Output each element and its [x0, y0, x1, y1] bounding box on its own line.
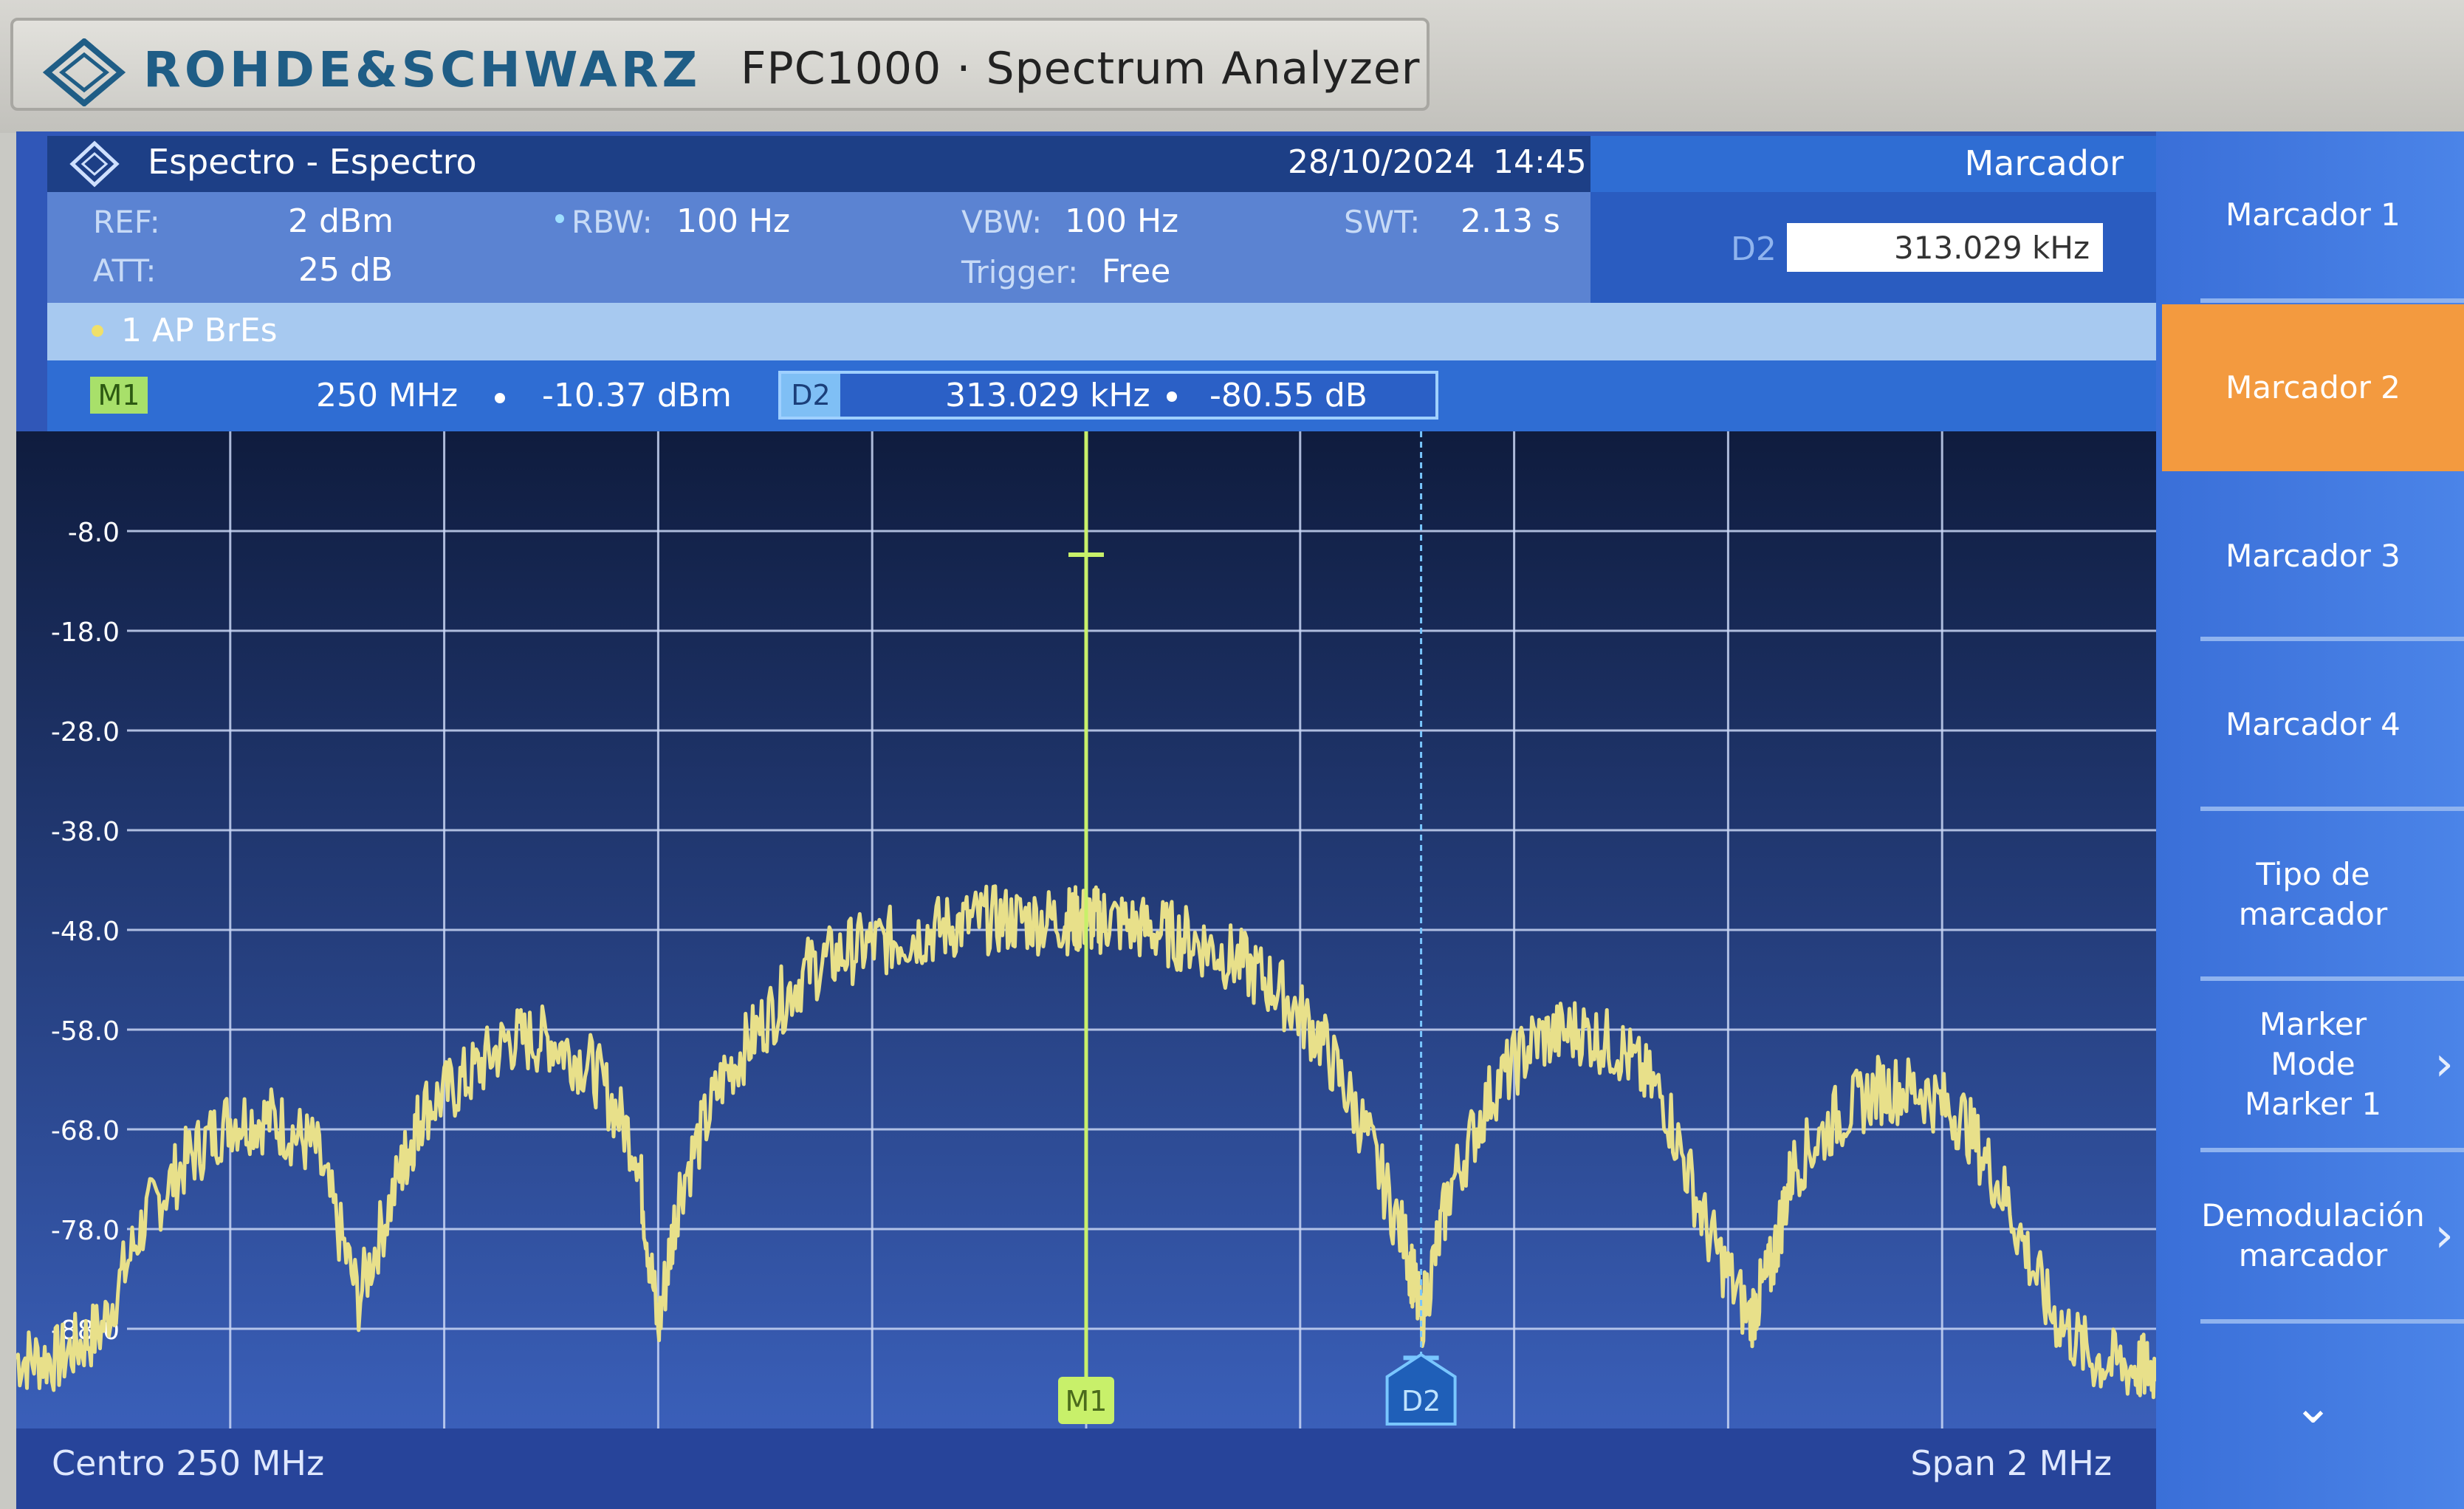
- rbw-indicator-dot: [555, 214, 564, 223]
- rohde-schwarz-small-logo-icon: [69, 140, 120, 188]
- y-tick-label: -68.0: [51, 1116, 120, 1146]
- m1-frequency: 250 MHz: [316, 377, 459, 414]
- plot-footer: Centro 250 MHz Span 2 MHz: [16, 1428, 2156, 1509]
- rbw-value[interactable]: 100 Hz: [676, 202, 790, 240]
- swt-value[interactable]: 2.13 s: [1461, 202, 1560, 240]
- softkey-label: Marcador 3: [2226, 538, 2400, 574]
- analyzer-screen: Espectro - Espectro 28/10/2024 14:45 REF…: [16, 131, 2464, 1509]
- m1-tag[interactable]: M1: [90, 377, 148, 414]
- brand-name: ROHDE&SCHWARZ: [143, 41, 701, 98]
- swt-label: SWT:: [1344, 204, 1421, 240]
- d2-frequency: 313.029 kHz: [945, 377, 1150, 414]
- brand-plate: ROHDE&SCHWARZ FPC1000 · Spectrum Analyze…: [10, 18, 1430, 111]
- vbw-value[interactable]: 100 Hz: [1065, 202, 1178, 240]
- softkey-label: Marker Mode Marker 1: [2244, 1006, 2382, 1122]
- m1-flag-label: M1: [1065, 1385, 1108, 1417]
- y-tick-label: -48.0: [51, 917, 120, 947]
- d2-field-label: D2: [1731, 230, 1777, 268]
- model-name: FPC1000 · Spectrum Analyzer: [741, 43, 1421, 95]
- marker-panel-title-text: Marcador: [1964, 143, 2124, 183]
- d2-level: -80.55 dB: [1209, 377, 1367, 414]
- softkey-divider: [2200, 298, 2464, 303]
- marker-panel-title: Marcador: [1590, 136, 2156, 192]
- softkey-more[interactable]: ⌄: [2162, 1324, 2464, 1491]
- trace-bullet-icon: [92, 325, 103, 337]
- y-tick-label: -28.0: [51, 717, 120, 747]
- spectrum-plot[interactable]: -8.0-18.0-28.0-38.0-48.0-58.0-68.0-78.0-…: [16, 431, 2156, 1428]
- softkey-marker-1[interactable]: Marcador 1: [2162, 131, 2464, 298]
- y-tick-label: -38.0: [51, 817, 120, 847]
- ref-label: REF:: [93, 204, 160, 240]
- mode-title[interactable]: Espectro - Espectro: [148, 142, 477, 182]
- softkey-marker-2[interactable]: Marcador 2: [2162, 304, 2464, 471]
- d2-frequency-input[interactable]: [1787, 223, 2103, 272]
- y-tick-label: -78.0: [51, 1216, 120, 1246]
- softkey-panel: Marcador 1 Marcador 2 Marcador 3 Marcado…: [2156, 131, 2464, 1509]
- time-display: 14:45: [1493, 143, 1587, 181]
- chevron-right-icon: ›: [2434, 1208, 2454, 1263]
- rbw-label: RBW:: [572, 204, 653, 240]
- y-tick-label: -8.0: [68, 518, 120, 548]
- y-tick-label: -18.0: [51, 617, 120, 648]
- d2-flag-label: D2: [1401, 1385, 1441, 1417]
- att-label: ATT:: [93, 253, 157, 289]
- center-frequency[interactable]: Centro 250 MHz: [52, 1443, 324, 1483]
- date-display: 28/10/2024: [1288, 143, 1475, 181]
- softkey-marker-demod[interactable]: Demodulación marcador ›: [2162, 1152, 2464, 1319]
- vbw-label: VBW:: [961, 204, 1043, 240]
- softkey-marker-3[interactable]: Marcador 3: [2162, 473, 2464, 640]
- softkey-marker-mode[interactable]: Marker Mode Marker 1 ›: [2162, 981, 2464, 1148]
- softkey-label: Demodulación marcador: [2201, 1197, 2425, 1273]
- softkey-marker-type[interactable]: Tipo de marcador: [2162, 811, 2464, 978]
- y-tick-labels: -8.0-18.0-28.0-38.0-48.0-58.0-68.0-78.0-…: [51, 518, 120, 1346]
- softkey-label: Tipo de marcador: [2238, 856, 2388, 932]
- parameter-panel: REF: 2 dBm ATT: 25 dB RBW: 100 Hz VBW: 1…: [47, 192, 1590, 303]
- marker-readout-row: M1 250 MHz -10.37 dBm D2 313.029 kHz -80…: [47, 360, 2156, 431]
- trace-label[interactable]: 1 AP BrEs: [121, 312, 278, 349]
- ref-value[interactable]: 2 dBm: [288, 202, 394, 240]
- y-tick-label: -58.0: [51, 1016, 120, 1047]
- title-bar: Espectro - Espectro 28/10/2024 14:45: [47, 136, 1590, 192]
- d2-tag: D2: [781, 374, 840, 417]
- softkey-marker-4[interactable]: Marcador 4: [2162, 641, 2464, 808]
- d2-readout-box[interactable]: D2 313.029 kHz -80.55 dB: [778, 371, 1438, 420]
- m1-level: -10.37 dBm: [542, 377, 732, 414]
- trigger-value[interactable]: Free: [1102, 253, 1170, 290]
- att-value[interactable]: 25 dB: [298, 251, 393, 289]
- span-value[interactable]: Span 2 MHz: [1910, 1443, 2112, 1483]
- trigger-label: Trigger:: [961, 254, 1079, 290]
- chevron-right-icon: ›: [2434, 1037, 2454, 1092]
- separator-dot-icon: [495, 393, 505, 403]
- softkey-label: Marcador 1: [2226, 196, 2400, 233]
- separator-dot-icon: [1167, 391, 1177, 402]
- softkey-label: Marcador 2: [2226, 369, 2400, 406]
- chevron-down-icon: ⌄: [2293, 1380, 2333, 1434]
- softkey-label: Marcador 4: [2226, 706, 2400, 742]
- rohde-schwarz-logo-icon: [43, 38, 126, 106]
- trace-info-bar: 1 AP BrEs: [47, 303, 2156, 360]
